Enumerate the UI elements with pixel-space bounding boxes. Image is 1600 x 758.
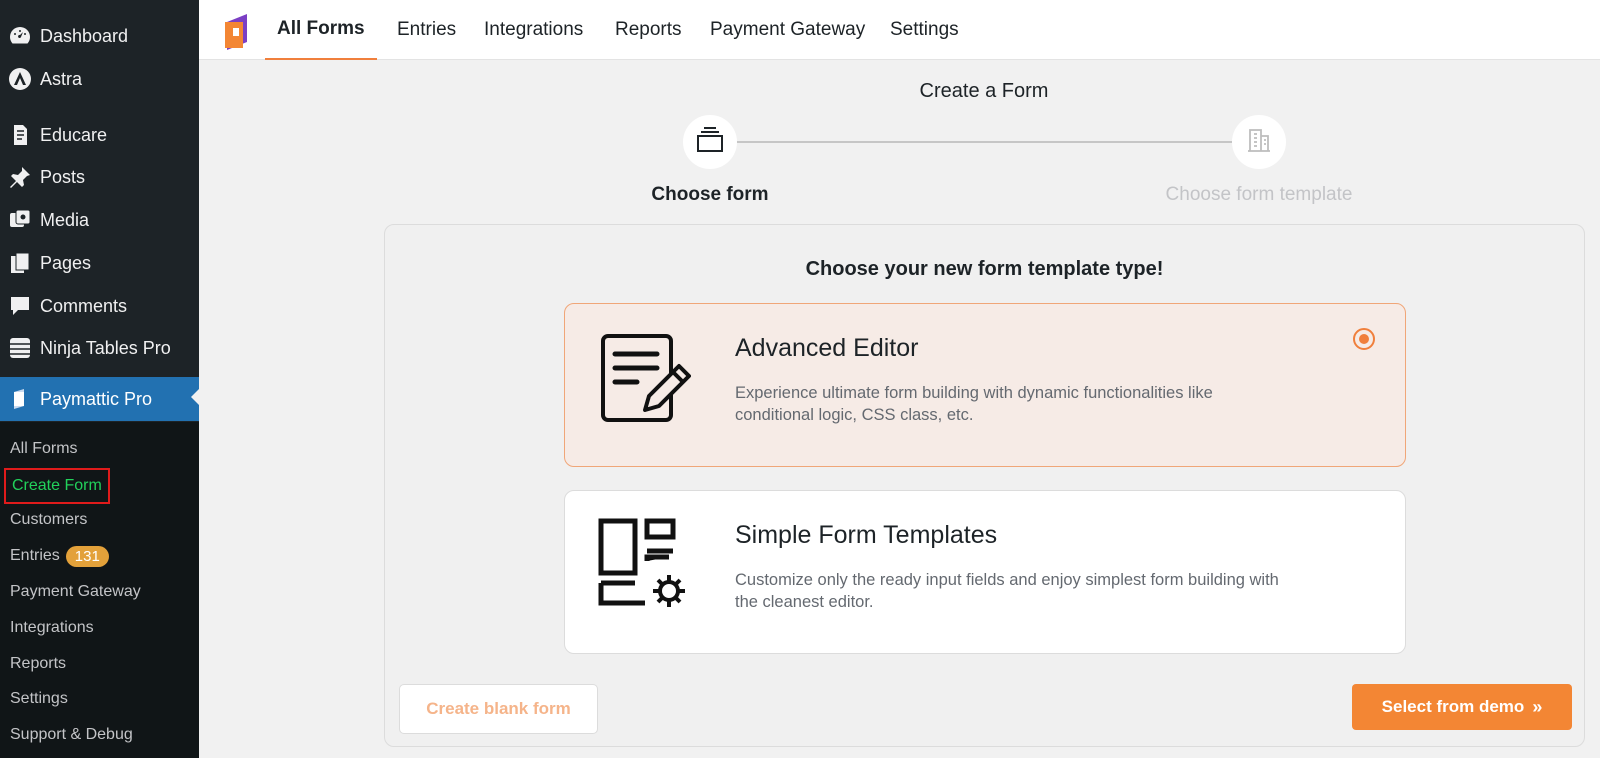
submenu-create-form[interactable]: Create Form xyxy=(4,468,110,504)
tab-entries[interactable]: Entries xyxy=(397,0,456,60)
panel-title: Choose your new form template type! xyxy=(805,258,1164,280)
page-title: Create a Form xyxy=(919,80,1049,102)
layout-gear-icon xyxy=(595,517,691,613)
tab-reports[interactable]: Reports xyxy=(615,0,682,60)
sidebar-item-paymattic-pro[interactable]: Paymattic Pro xyxy=(0,377,199,421)
sidebar-item-label: Paymattic Pro xyxy=(40,388,153,409)
top-navigation: All Forms Entries Integrations Reports P… xyxy=(199,0,1600,60)
double-chevron-right-icon: » xyxy=(1532,696,1543,717)
step-choose-form xyxy=(683,115,737,169)
submenu-support-debug[interactable]: Support & Debug xyxy=(10,723,133,747)
submenu-label: Entries xyxy=(10,547,60,564)
document-edit-icon xyxy=(595,330,691,426)
submenu-label: All Forms xyxy=(10,440,78,457)
building-icon xyxy=(1246,127,1272,158)
sidebar-item-posts[interactable]: Posts xyxy=(0,157,199,197)
media-icon xyxy=(0,208,40,232)
pages-icon xyxy=(0,251,40,275)
sidebar-item-label: Dashboard xyxy=(40,25,129,46)
forms-stack-icon xyxy=(696,126,724,158)
astra-icon xyxy=(0,67,40,91)
submenu-settings[interactable]: Settings xyxy=(10,687,68,711)
sidebar-item-label: Astra xyxy=(40,68,83,89)
admin-sidebar: Dashboard Astra Educare Posts Media Page… xyxy=(0,0,199,758)
sidebar-item-label: Ninja Tables Pro xyxy=(40,337,171,358)
create-blank-form-button[interactable]: Create blank form xyxy=(399,684,598,734)
step-choose-template xyxy=(1232,115,1286,169)
submenu-payment-gateway[interactable]: Payment Gateway xyxy=(10,580,141,604)
paymattic-icon xyxy=(0,387,40,411)
step-label-choose-template: Choose form template xyxy=(1165,184,1353,205)
template-type-panel: Choose your new form template type! Adva… xyxy=(384,224,1585,747)
submenu-label: Settings xyxy=(10,690,68,707)
step-label-choose-form: Choose form xyxy=(651,184,769,205)
sidebar-item-label: Posts xyxy=(40,166,86,187)
submenu-label: Reports xyxy=(10,655,67,672)
tab-all-forms[interactable]: All Forms xyxy=(265,0,377,60)
card-description: Experience ultimate form building with d… xyxy=(735,384,1213,424)
submenu-customers[interactable]: Customers xyxy=(10,508,87,532)
tab-integrations[interactable]: Integrations xyxy=(484,0,583,60)
submenu-label: Payment Gateway xyxy=(10,583,141,600)
card-simple-form-templates[interactable]: Simple Form Templates Customize only the… xyxy=(564,490,1406,654)
submenu-label: Create Form xyxy=(12,477,102,494)
select-from-demo-button[interactable]: Select from demo » xyxy=(1352,684,1572,730)
submenu-reports[interactable]: Reports xyxy=(10,652,66,676)
sidebar-item-comments[interactable]: Comments xyxy=(0,286,199,326)
card-title: Simple Form Templates xyxy=(735,521,998,549)
sidebar-item-label: Pages xyxy=(40,252,92,273)
tab-settings[interactable]: Settings xyxy=(890,0,959,60)
sidebar-item-dashboard[interactable]: Dashboard xyxy=(0,16,199,56)
sidebar-item-ninja-tables[interactable]: Ninja Tables Pro xyxy=(0,328,199,368)
submenu-label: Customers xyxy=(10,511,88,528)
radio-selected[interactable] xyxy=(1353,328,1375,350)
sidebar-item-pages[interactable]: Pages xyxy=(0,243,199,283)
card-advanced-editor[interactable]: Advanced Editor Experience ultimate form… xyxy=(564,303,1406,467)
submenu-entries[interactable]: Entries 131 xyxy=(10,544,109,568)
paymattic-submenu: All Forms Create Form Customers Entries 1… xyxy=(0,422,199,758)
submenu-integrations[interactable]: Integrations xyxy=(10,616,94,640)
submenu-all-forms[interactable]: All Forms xyxy=(10,437,78,461)
stepper-line xyxy=(736,141,1232,143)
paymattic-logo xyxy=(223,12,251,50)
card-title: Advanced Editor xyxy=(735,334,919,362)
card-description: Customize only the ready input fields an… xyxy=(735,571,1279,611)
sidebar-item-label: Media xyxy=(40,209,90,230)
sidebar-item-media[interactable]: Media xyxy=(0,200,199,240)
tab-payment-gateway[interactable]: Payment Gateway xyxy=(710,0,865,60)
table-icon xyxy=(0,336,40,360)
sidebar-item-label: Comments xyxy=(40,295,128,316)
comment-icon xyxy=(0,294,40,318)
pin-icon xyxy=(0,165,40,189)
sidebar-item-label: Educare xyxy=(40,124,108,145)
entries-count-badge: 131 xyxy=(65,545,109,567)
dashboard-icon xyxy=(0,24,40,48)
sidebar-item-astra[interactable]: Astra xyxy=(0,59,199,99)
sidebar-item-educare[interactable]: Educare xyxy=(0,115,199,155)
submenu-label: Support & Debug xyxy=(10,726,133,743)
button-label: Select from demo xyxy=(1381,697,1525,716)
submenu-label: Integrations xyxy=(10,619,94,636)
educare-icon xyxy=(0,123,40,147)
